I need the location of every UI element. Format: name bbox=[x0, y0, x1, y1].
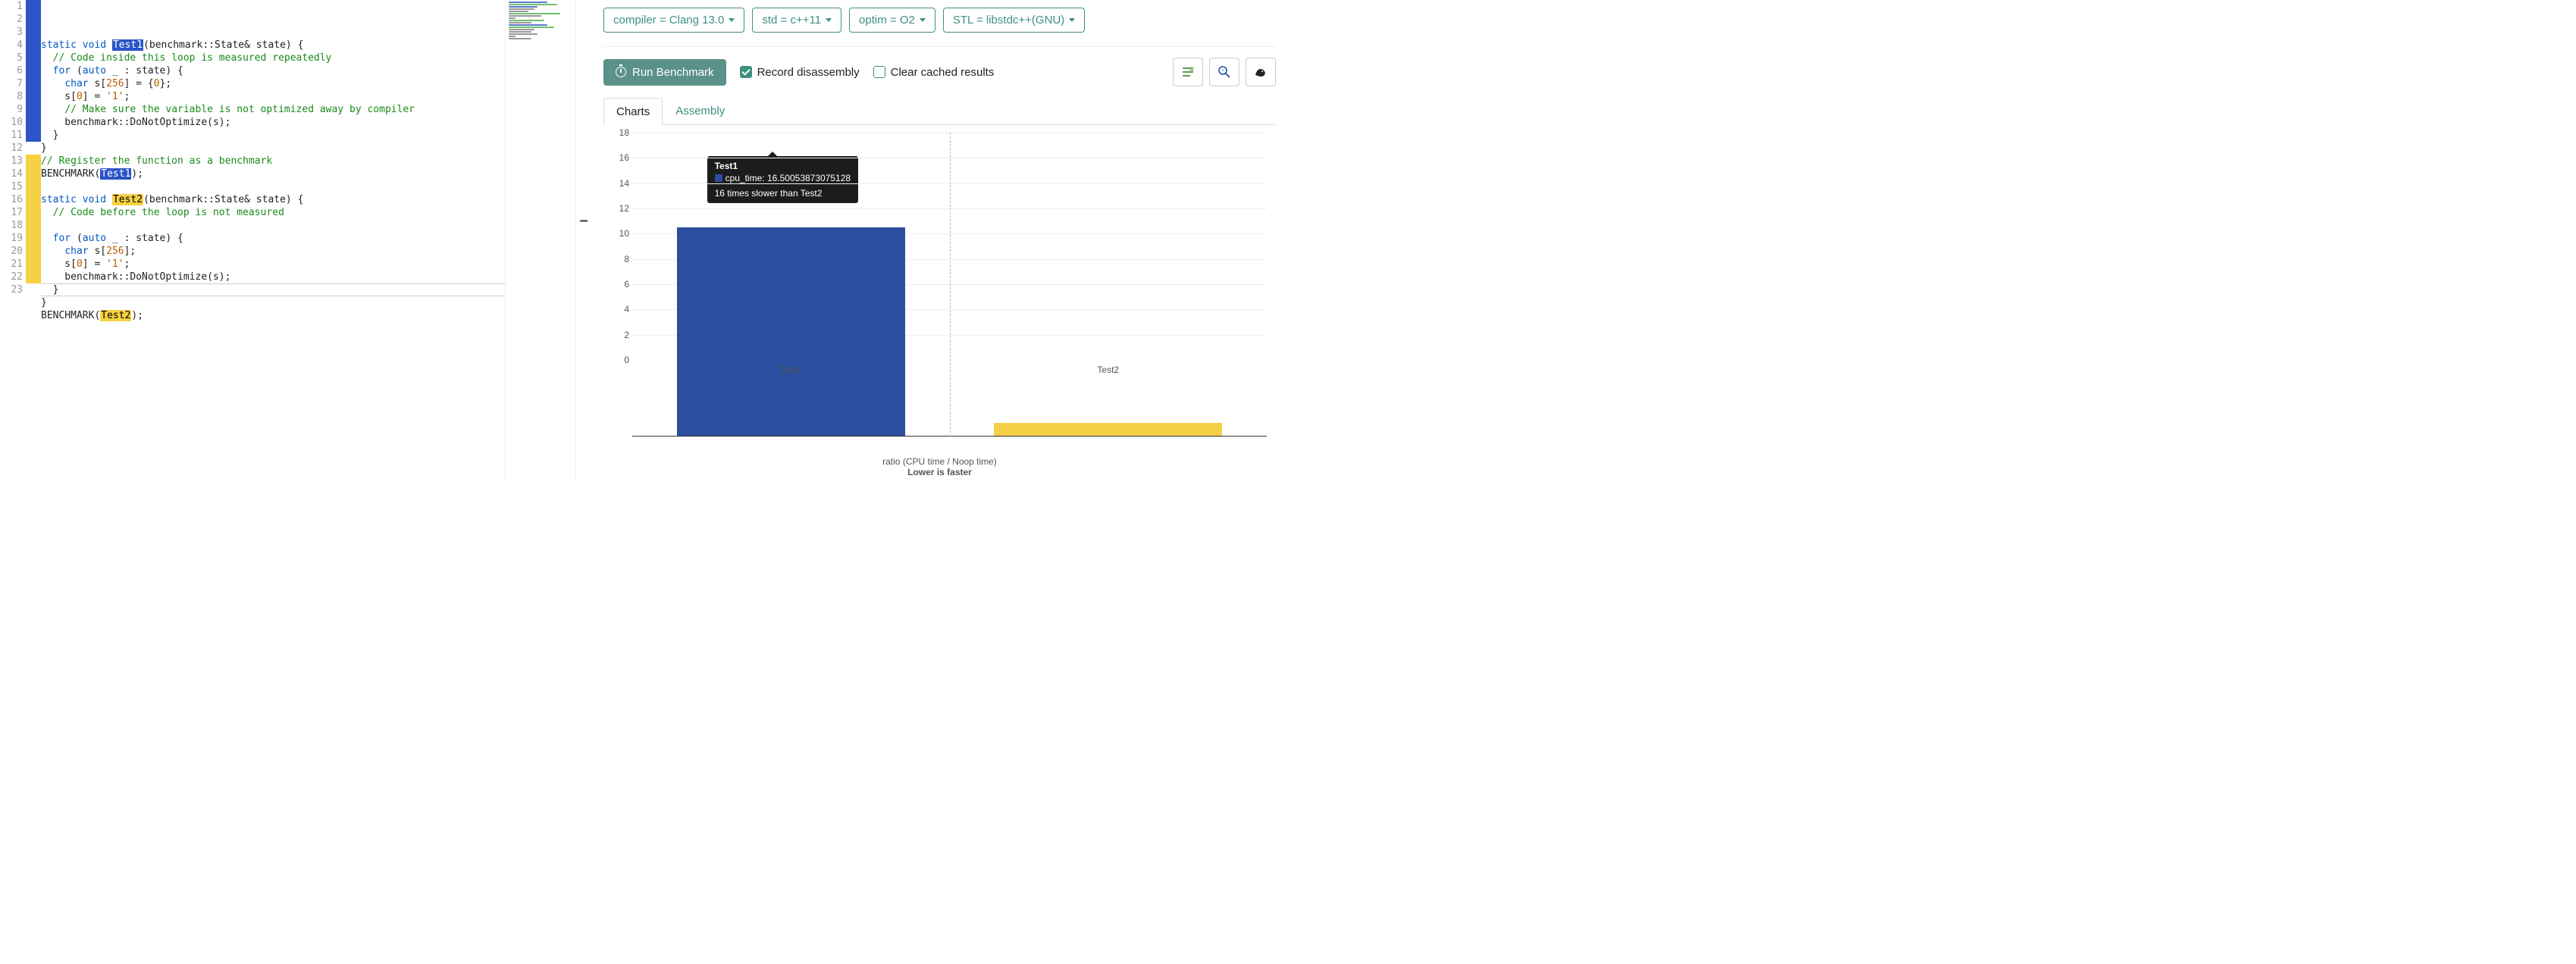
tooltip-title: Test1 bbox=[715, 161, 851, 171]
open-compiler-explorer-button[interactable] bbox=[1173, 58, 1203, 86]
tab-charts[interactable]: Charts bbox=[603, 98, 663, 125]
chart-y-axis: 024681012141618 bbox=[610, 133, 629, 437]
run-benchmark-button[interactable]: Run Benchmark bbox=[603, 59, 726, 86]
stl-dropdown[interactable]: STL = libstdc++(GNU) bbox=[943, 8, 1085, 33]
chart-x-label: Test1 bbox=[780, 365, 802, 375]
optim-dropdown-label: optim = O2 bbox=[859, 14, 915, 27]
chevron-down-icon bbox=[1069, 18, 1075, 22]
tooltip-note: 16 times slower than Test2 bbox=[715, 188, 851, 199]
tab-charts-label: Charts bbox=[616, 105, 650, 118]
tab-assembly[interactable]: Assembly bbox=[663, 97, 738, 124]
chart-plot[interactable]: Test1 cpu_time: 16.50053873075128 16 tim… bbox=[632, 133, 1267, 437]
chevron-down-icon bbox=[729, 18, 735, 22]
clear-cache-label: Clear cached results bbox=[891, 66, 995, 79]
editor-body[interactable]: 1234567891011121314151617181920212223 st… bbox=[0, 0, 575, 482]
compiler-explorer-icon bbox=[1180, 64, 1196, 80]
checkbox-unchecked-icon bbox=[873, 66, 885, 78]
run-row: Run Benchmark Record disassembly Clear c… bbox=[603, 46, 1276, 86]
compiler-dropdown-label: compiler = Clang 13.0 bbox=[613, 14, 724, 27]
minus-icon: – bbox=[579, 212, 588, 230]
chart-x-label: Test2 bbox=[1097, 365, 1119, 375]
chart-tooltip: Test1 cpu_time: 16.50053873075128 16 tim… bbox=[707, 156, 858, 203]
minimap-preview bbox=[509, 2, 573, 44]
optim-dropdown[interactable]: optim = O2 bbox=[849, 8, 935, 33]
minimap[interactable] bbox=[505, 0, 575, 482]
dragon-icon bbox=[1253, 64, 1268, 80]
compiler-dropdown[interactable]: compiler = Clang 13.0 bbox=[603, 8, 744, 33]
line-number-gutter: 1234567891011121314151617181920212223 bbox=[0, 0, 26, 482]
tooltip-series: cpu_time: 16.50053873075128 bbox=[725, 173, 851, 183]
chevron-down-icon bbox=[826, 18, 832, 22]
chart-bar-test1[interactable] bbox=[677, 227, 905, 436]
chart-axis-title-1: ratio (CPU time / Noop time) bbox=[603, 456, 1276, 467]
results-pane: compiler = Clang 13.0 std = c++11 optim … bbox=[591, 0, 1288, 482]
magnifier-icon: + bbox=[1217, 64, 1232, 80]
tooltip-swatch-icon bbox=[715, 174, 722, 182]
chevron-down-icon bbox=[920, 18, 926, 22]
compiler-options-row: compiler = Clang 13.0 std = c++11 optim … bbox=[603, 8, 1276, 33]
clear-cache-checkbox[interactable]: Clear cached results bbox=[873, 66, 995, 79]
stopwatch-icon bbox=[616, 67, 626, 77]
std-dropdown[interactable]: std = c++11 bbox=[752, 8, 841, 33]
stl-dropdown-label: STL = libstdc++(GNU) bbox=[953, 14, 1064, 27]
chart-area: 024681012141618 Test1 cpu_time: 16.50053… bbox=[603, 125, 1276, 482]
open-cpp-insights-button[interactable]: + bbox=[1209, 58, 1239, 86]
pane-splitter[interactable]: – bbox=[576, 0, 591, 482]
record-disassembly-checkbox[interactable]: Record disassembly bbox=[740, 66, 860, 79]
open-godbolt-button[interactable] bbox=[1246, 58, 1276, 86]
result-tabs: Charts Assembly bbox=[603, 97, 1276, 125]
std-dropdown-label: std = c++11 bbox=[762, 14, 821, 27]
checkbox-checked-icon bbox=[740, 66, 752, 78]
chart-axis-title-2: Lower is faster bbox=[603, 467, 1276, 477]
svg-text:+: + bbox=[1221, 69, 1224, 74]
record-disassembly-label: Record disassembly bbox=[757, 66, 860, 79]
benchmark-marker-column bbox=[26, 0, 41, 482]
run-button-label: Run Benchmark bbox=[632, 66, 714, 79]
code-area[interactable]: static void Test1(benchmark::State& stat… bbox=[41, 0, 575, 482]
code-editor-pane: 1234567891011121314151617181920212223 st… bbox=[0, 0, 576, 482]
chart-bar-test2[interactable] bbox=[994, 423, 1222, 436]
tab-assembly-label: Assembly bbox=[675, 105, 725, 117]
